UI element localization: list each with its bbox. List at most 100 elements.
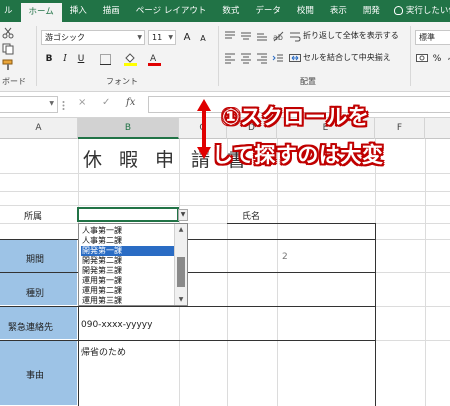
clipboard-group-label: ボード — [2, 77, 26, 86]
merge-center-icon[interactable] — [289, 52, 301, 64]
align-center-icon[interactable] — [240, 52, 252, 64]
tab-insert[interactable]: 挿入 — [62, 0, 95, 22]
dropdown-option[interactable]: 運用第三課 — [81, 296, 175, 306]
column-header-b[interactable]: B — [78, 118, 179, 139]
column-header-g[interactable] — [425, 118, 450, 139]
underline-button[interactable]: U — [74, 52, 88, 66]
tab-file[interactable]: ル — [0, 0, 21, 22]
group-divider — [36, 26, 37, 86]
tab-developer[interactable]: 開発 — [355, 0, 388, 22]
chevron-down-icon[interactable]: ▼ — [137, 31, 142, 44]
affiliation-input-cell[interactable] — [77, 207, 179, 222]
scroll-down-icon[interactable]: ▼ — [175, 294, 187, 305]
italic-button[interactable]: I — [58, 52, 72, 66]
cut-icon[interactable] — [2, 27, 14, 39]
ribbon-home: ボード 游ゴシック ▼ 11 ▼ A A B I U A フォント ab 折り返して… — [0, 22, 450, 92]
emergency-contact-label: 緊急連絡先 — [8, 323, 54, 333]
gridline — [0, 223, 450, 224]
period-label: 期間 — [26, 255, 45, 265]
tab-data[interactable]: データ — [247, 0, 289, 22]
align-top-icon[interactable] — [224, 30, 236, 42]
gridline — [0, 173, 450, 174]
tab-review[interactable]: 校閲 — [289, 0, 322, 22]
column-header-f[interactable]: F — [375, 118, 425, 139]
formula-buttons: × ✓ fx — [64, 96, 146, 113]
enter-icon[interactable]: ✓ — [102, 97, 110, 108]
wrap-text-button[interactable]: 折り返して全体を表示する — [303, 29, 399, 43]
affiliation-label: 所属 — [24, 212, 43, 222]
fill-color-icon[interactable] — [124, 52, 137, 66]
dropdown-option-selected[interactable]: 開発第一課 — [81, 246, 175, 256]
double-arrow-icon — [197, 99, 211, 159]
bold-button[interactable]: B — [42, 52, 56, 66]
font-name-value: 游ゴシック — [45, 33, 85, 42]
shrink-font-button[interactable]: A — [196, 32, 210, 46]
dropdown-option[interactable]: 人事第二課 — [81, 236, 175, 246]
column-header-a[interactable]: A — [0, 118, 78, 139]
dropdown-option[interactable]: 運用第二課 — [81, 286, 175, 296]
dropdown-option[interactable]: 人事第一課 — [81, 226, 175, 236]
reason-label: 事由 — [26, 371, 45, 381]
number-format-value: 標準 — [419, 33, 435, 42]
gridline — [0, 191, 450, 192]
name-label: 氏名 — [242, 212, 261, 222]
tell-me-text: 実行したい作 — [405, 6, 450, 16]
border-icon[interactable] — [100, 54, 111, 65]
reason-value[interactable]: 帰省のため — [81, 345, 126, 358]
scroll-up-icon[interactable]: ▲ — [175, 224, 187, 235]
leave-type-label: 種別 — [26, 289, 45, 299]
dropdown-option[interactable]: 運用第一課 — [81, 276, 175, 286]
tell-me-box[interactable]: 実行したい作 — [392, 0, 450, 22]
font-group-label: フォント — [106, 77, 138, 86]
currency-icon[interactable] — [416, 52, 428, 64]
align-left-icon[interactable] — [224, 52, 236, 64]
worksheet-grid[interactable]: 休暇申請書 所属 氏名 期間 種別 緊急連絡先 事由 090-xxxx-yyyy… — [0, 139, 450, 406]
merge-center-button[interactable]: セルを結合して中央揃え — [303, 51, 391, 65]
tab-formulas[interactable]: 数式 — [214, 0, 247, 22]
tab-home[interactable]: ホーム — [20, 3, 62, 22]
dropdown-option[interactable]: 開発第三課 — [81, 266, 175, 276]
chevron-down-icon[interactable]: ▼ — [49, 100, 54, 107]
insert-function-icon[interactable]: fx — [126, 97, 135, 108]
format-painter-icon[interactable] — [2, 59, 14, 71]
lightbulb-icon — [393, 6, 403, 15]
dropdown-scrollbar[interactable]: ▲ ▼ — [174, 224, 187, 305]
annotation-line-1: ①スクロールを — [222, 105, 370, 129]
grow-font-button[interactable]: A — [180, 31, 194, 45]
align-bottom-icon[interactable] — [256, 30, 268, 42]
orientation-icon[interactable]: ab — [272, 30, 284, 42]
scrollbar-thumb[interactable] — [177, 257, 185, 287]
border-line — [227, 223, 375, 224]
affiliation-dropdown-list[interactable]: 人事第一課 人事第二課 開発第一課 開発第二課 開発第三課 運用第一課 運用第二… — [78, 223, 188, 306]
gridline — [0, 205, 450, 206]
font-size-combo[interactable]: 11 ▼ — [148, 30, 176, 45]
tab-page-layout[interactable]: ページ レイアウト — [128, 0, 215, 22]
period-value[interactable]: 2 — [282, 252, 288, 262]
align-right-icon[interactable] — [256, 52, 268, 64]
chevron-down-icon[interactable]: ▼ — [168, 31, 173, 44]
tab-view[interactable]: 表示 — [322, 0, 355, 22]
name-box[interactable]: ▼ — [0, 96, 58, 113]
group-divider — [218, 26, 219, 86]
border-line — [0, 306, 375, 307]
font-color-icon[interactable]: A — [148, 52, 161, 66]
svg-text:A: A — [150, 54, 157, 64]
dropdown-option[interactable]: 開発第二課 — [81, 256, 175, 266]
tab-draw[interactable]: 描画 — [95, 0, 128, 22]
font-name-combo[interactable]: 游ゴシック ▼ — [41, 30, 145, 45]
comma-button[interactable]: , — [442, 50, 450, 64]
copy-icon[interactable] — [2, 43, 14, 55]
wrap-text-icon[interactable] — [289, 30, 301, 42]
alignment-group-label: 配置 — [300, 77, 316, 86]
align-middle-icon[interactable] — [240, 30, 252, 42]
ribbon-tabs: ル ホーム 挿入 描画 ページ レイアウト 数式 データ 校閲 表示 開発 実行… — [0, 0, 450, 22]
cancel-icon[interactable]: × — [78, 97, 86, 108]
border-line — [0, 340, 375, 341]
border-line — [375, 223, 376, 406]
group-divider — [410, 26, 411, 86]
emergency-phone-value[interactable]: 090-xxxx-yyyyy — [81, 320, 152, 330]
dropdown-toggle-button[interactable]: ▼ — [178, 209, 188, 221]
font-size-value: 11 — [152, 33, 163, 42]
number-format-combo[interactable]: 標準 — [415, 30, 450, 45]
indent-icon[interactable] — [272, 52, 284, 64]
